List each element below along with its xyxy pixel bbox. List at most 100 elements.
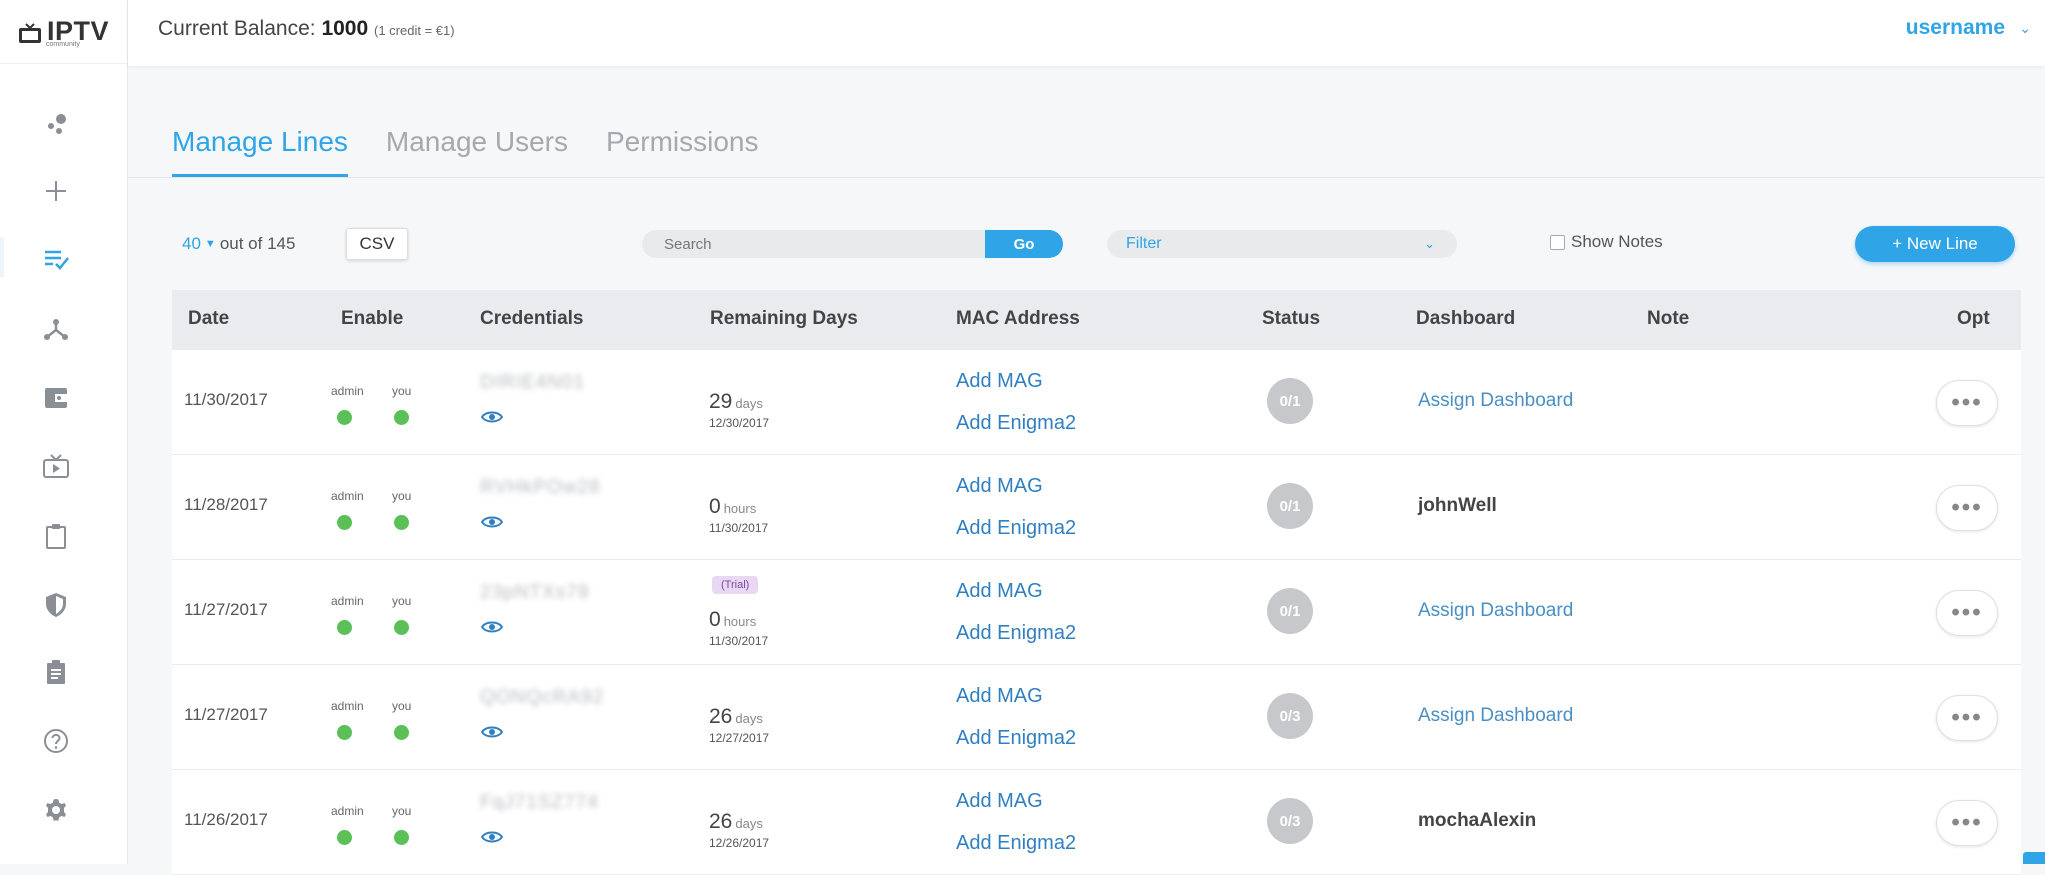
current-balance: Current Balance: 1000 (1 credit = €1) [158,17,455,41]
clipboard-icon[interactable] [36,516,76,556]
row-date: 11/28/2017 [184,495,268,515]
options-button[interactable]: ••• [1936,485,1998,531]
header-credentials[interactable]: Credentials [480,308,583,330]
header-note[interactable]: Note [1647,308,1689,330]
you-enabled-dot[interactable] [394,410,409,425]
row-date: 11/26/2017 [184,810,268,830]
filter-dropdown[interactable]: Filter ⌄ [1107,230,1457,258]
logo-subtext: community [46,41,80,48]
clipboard-list-icon[interactable] [36,652,76,692]
credentials-masked: RVHkPOw28 [480,477,601,499]
remaining-unit: hours [724,501,757,516]
add-mag-link[interactable]: Add MAG [956,790,1043,813]
add-mag-link[interactable]: Add MAG [956,580,1043,603]
credentials-masked: 23pNTXs79 [480,582,589,604]
you-enabled-dot[interactable] [394,830,409,845]
plus-icon[interactable] [36,171,76,211]
status-badge: 0/1 [1267,588,1313,634]
page-size-selector[interactable]: 40▼out of 145 [182,234,295,254]
add-enigma2-link[interactable]: Add Enigma2 [956,517,1076,540]
go-button[interactable]: Go [985,230,1063,258]
admin-enabled-dot[interactable] [337,725,352,740]
status-badge: 0/1 [1267,378,1313,424]
you-enabled-dot[interactable] [394,725,409,740]
caret-down-icon[interactable]: ▼ [205,238,216,250]
tab-manage-lines[interactable]: Manage Lines [172,118,348,178]
header-date[interactable]: Date [188,308,229,330]
search-input[interactable] [642,230,987,258]
add-enigma2-link[interactable]: Add Enigma2 [956,622,1076,645]
header-mac-address[interactable]: MAC Address [956,308,1080,330]
scrollbar-handle[interactable] [2023,852,2045,864]
wallet-icon[interactable] [36,378,76,418]
assign-dashboard-link[interactable]: Assign Dashboard [1418,390,1573,412]
user-menu[interactable]: username [1906,16,2005,40]
remaining-unit: hours [724,614,757,629]
network-icon[interactable] [36,309,76,349]
remaining-value: 29days [709,390,763,414]
add-enigma2-link[interactable]: Add Enigma2 [956,832,1076,855]
show-notes-toggle[interactable]: Show Notes [1550,232,1663,252]
list-check-icon[interactable] [36,238,76,278]
admin-enabled-dot[interactable] [337,410,352,425]
eye-icon[interactable] [481,620,503,634]
eye-icon[interactable] [481,830,503,844]
chevron-down-icon: ⌄ [1424,230,1435,258]
toolbar: 40▼out of 145 CSV Go Filter ⌄ Show Notes… [172,226,2045,262]
assign-dashboard-link[interactable]: Assign Dashboard [1418,705,1573,727]
header-remaining-days[interactable]: Remaining Days [710,308,858,330]
dashboard-dots-icon[interactable] [36,104,76,144]
options-button[interactable]: ••• [1936,695,1998,741]
admin-enabled-dot[interactable] [337,830,352,845]
enable-you-label: you [392,804,411,818]
header-enable[interactable]: Enable [341,308,403,330]
options-button[interactable]: ••• [1936,380,1998,426]
csv-button[interactable]: CSV [346,228,408,260]
eye-icon[interactable] [481,725,503,739]
shield-icon[interactable] [36,585,76,625]
show-notes-label: Show Notes [1571,232,1663,252]
admin-enabled-dot[interactable] [337,515,352,530]
header-dashboard[interactable]: Dashboard [1416,308,1515,330]
page-size-value[interactable]: 40 [182,234,201,253]
eye-icon[interactable] [481,515,503,529]
tv-icon[interactable] [36,447,76,487]
help-icon[interactable] [36,721,76,761]
table-row: 11/30/2017adminyouDIRIE4N0129days12/30/2… [172,350,2021,455]
eye-icon[interactable] [481,410,503,424]
expiry-date: 12/26/2017 [709,836,769,850]
add-enigma2-link[interactable]: Add Enigma2 [956,412,1076,435]
options-button[interactable]: ••• [1936,800,1998,846]
expiry-date: 12/30/2017 [709,416,769,430]
tv-logo-icon [18,23,44,45]
chevron-down-icon[interactable]: ⌄ [2019,20,2031,37]
balance-note: (1 credit = €1) [374,23,455,38]
remaining-value: 0hours [709,495,756,519]
tab-permissions[interactable]: Permissions [606,118,758,178]
tab-divider [128,177,2045,178]
options-button[interactable]: ••• [1936,590,1998,636]
you-enabled-dot[interactable] [394,515,409,530]
add-mag-link[interactable]: Add MAG [956,685,1043,708]
remaining-unit: days [735,396,762,411]
credentials-masked: QONQcRA92 [480,687,604,709]
add-mag-link[interactable]: Add MAG [956,370,1043,393]
logo[interactable]: IPTV community [0,0,127,64]
new-line-button[interactable]: + New Line [1855,226,2015,262]
show-notes-checkbox[interactable] [1550,235,1565,250]
active-indicator [0,237,4,277]
gear-icon[interactable] [36,790,76,830]
table-header: Date Enable Credentials Remaining Days M… [172,290,2021,350]
add-enigma2-link[interactable]: Add Enigma2 [956,727,1076,750]
credentials-masked: DIRIE4N01 [480,372,585,394]
admin-enabled-dot[interactable] [337,620,352,635]
header-status[interactable]: Status [1262,308,1320,330]
remaining-number: 0 [709,608,721,631]
header-opt[interactable]: Opt [1957,308,1990,330]
tab-manage-users[interactable]: Manage Users [386,118,568,178]
add-mag-link[interactable]: Add MAG [956,475,1043,498]
you-enabled-dot[interactable] [394,620,409,635]
assign-dashboard-link[interactable]: Assign Dashboard [1418,600,1573,622]
remaining-value: 26days [709,705,763,729]
remaining-number: 29 [709,390,732,413]
